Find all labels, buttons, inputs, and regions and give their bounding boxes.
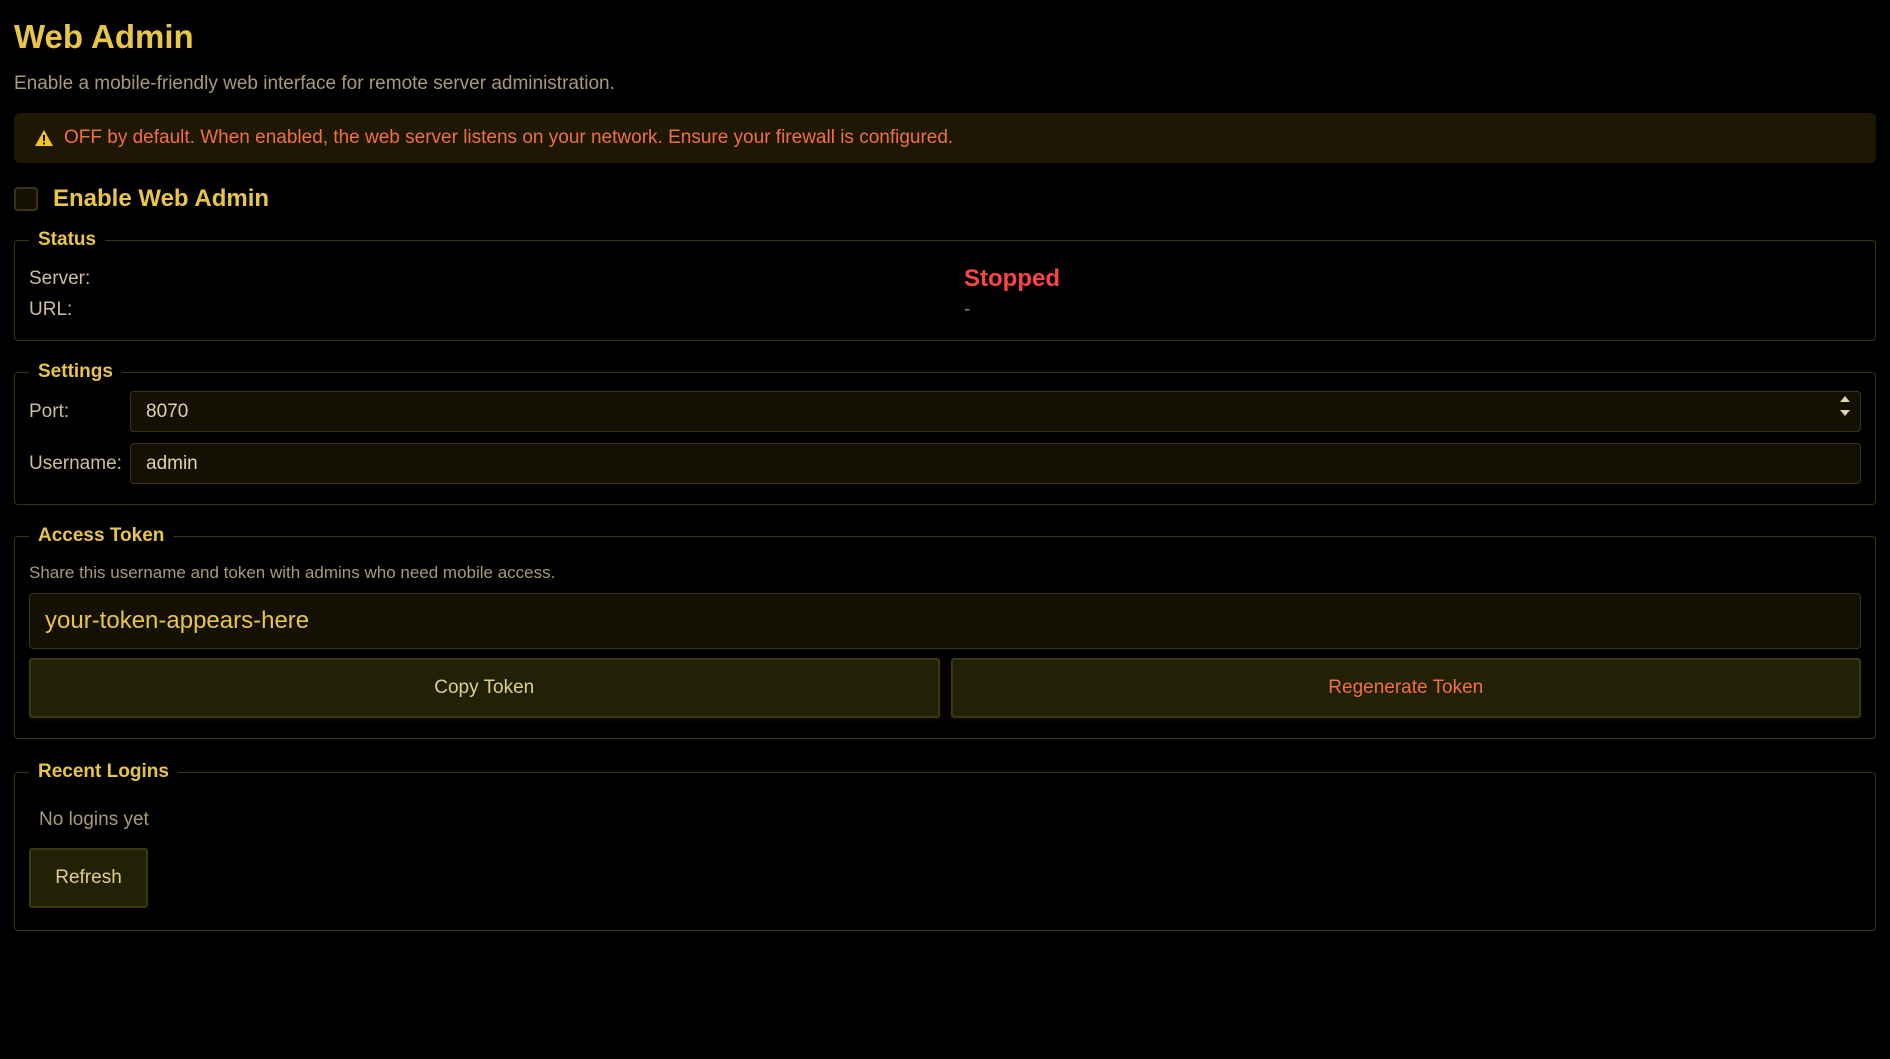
web-admin-page: Web Admin Enable a mobile-friendly web i… xyxy=(0,0,1890,931)
token-description: Share this username and token with admin… xyxy=(29,563,556,582)
access-token-legend: Access Token xyxy=(38,525,165,546)
stepper-down-icon[interactable] xyxy=(1840,410,1850,416)
warning-banner: OFF by default. When enabled, the web se… xyxy=(14,113,1876,163)
enable-web-admin-label[interactable]: Enable Web Admin xyxy=(53,185,269,213)
port-label: Port: xyxy=(29,400,70,422)
server-label: Server: xyxy=(29,268,91,289)
access-token-section: Access Token Share this username and tok… xyxy=(14,525,1876,739)
server-status-row: Server: Stopped xyxy=(29,265,1861,293)
server-status-value: Stopped xyxy=(964,265,1060,292)
status-section: Status Server: Stopped URL: - xyxy=(14,229,1876,341)
recent-logins-section: Recent Logins No logins yet Refresh xyxy=(14,761,1876,931)
port-stepper[interactable] xyxy=(1840,396,1850,416)
port-row: Port: 8070 xyxy=(29,391,1861,432)
settings-section: Settings Port: 8070 Username: admin xyxy=(14,361,1876,505)
username-input[interactable]: admin xyxy=(130,443,1861,484)
no-logins-text: No logins yet xyxy=(39,809,149,830)
warning-icon xyxy=(35,130,53,146)
url-label: URL: xyxy=(29,299,73,320)
refresh-button[interactable]: Refresh xyxy=(29,848,148,908)
port-input[interactable]: 8070 xyxy=(130,391,1861,432)
copy-token-button[interactable]: Copy Token xyxy=(29,658,940,718)
enable-row: Enable Web Admin xyxy=(14,182,1876,216)
enable-web-admin-checkbox[interactable] xyxy=(14,187,38,211)
stepper-up-icon[interactable] xyxy=(1840,396,1850,402)
username-row: Username: admin xyxy=(29,443,1861,484)
url-status-row: URL: - xyxy=(29,299,1861,321)
port-value: 8070 xyxy=(146,400,189,422)
status-legend: Status xyxy=(38,229,97,250)
token-buttons: Copy Token Regenerate Token xyxy=(29,658,1861,718)
recent-logins-legend: Recent Logins xyxy=(38,761,169,782)
username-label: Username: xyxy=(29,452,122,474)
page-title: Web Admin xyxy=(14,18,194,55)
token-field[interactable]: your-token-appears-here xyxy=(29,593,1861,649)
page-subtitle: Enable a mobile-friendly web interface f… xyxy=(14,73,615,94)
token-value: your-token-appears-here xyxy=(45,607,310,634)
username-value: admin xyxy=(146,452,198,474)
warning-text: OFF by default. When enabled, the web se… xyxy=(64,127,954,148)
url-value: - xyxy=(964,299,971,320)
settings-legend: Settings xyxy=(38,361,113,382)
regenerate-token-button[interactable]: Regenerate Token xyxy=(950,658,1861,718)
